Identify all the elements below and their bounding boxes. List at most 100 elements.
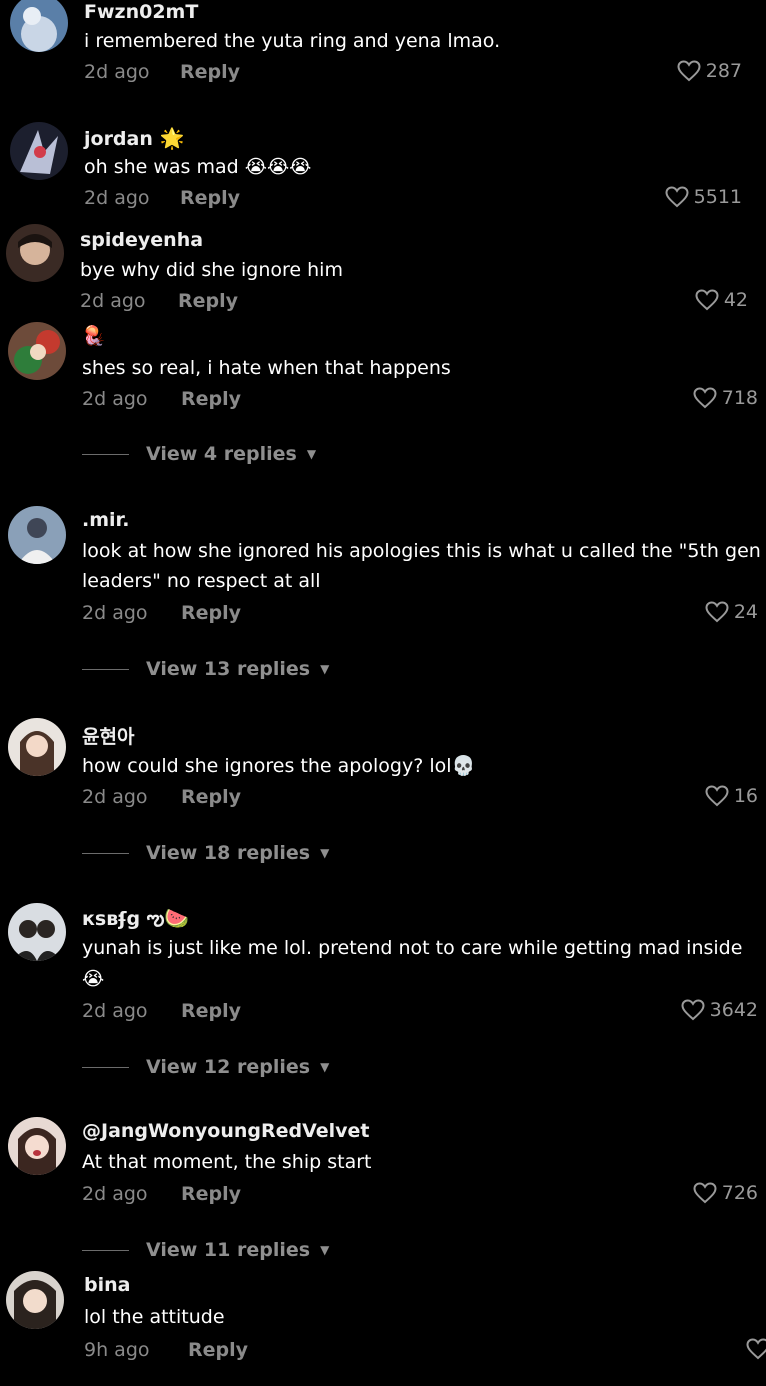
view-replies-button[interactable]: View 11 replies ▼ xyxy=(82,1239,329,1261)
avatar[interactable] xyxy=(8,1117,66,1175)
timestamp: 9h ago xyxy=(84,1339,150,1361)
comment-text: At that moment, the ship start xyxy=(82,1151,372,1173)
comment-item: 윤현아 how could she ignores the apology? l… xyxy=(0,712,766,882)
comment-item: spideyenha bye why did she ignore him 2d… xyxy=(0,220,766,320)
star-emoji: 🌟 xyxy=(159,126,185,150)
timestamp: 2d ago xyxy=(80,290,146,312)
comment-item: Fwzn02mT i remembered the yuta ring and … xyxy=(0,0,766,110)
timestamp: 2d ago xyxy=(84,187,150,209)
comment-text: shes so real, i hate when that happens xyxy=(82,357,451,379)
reply-button[interactable]: Reply xyxy=(188,1339,248,1361)
avatar[interactable] xyxy=(8,903,66,961)
heart-icon xyxy=(695,289,719,311)
reply-button[interactable]: Reply xyxy=(178,290,238,312)
chevron-down-icon: ▼ xyxy=(320,846,330,860)
username[interactable]: .mir. xyxy=(82,509,129,531)
view-replies-button[interactable]: View 12 replies ▼ xyxy=(82,1056,329,1078)
username[interactable]: кsвʄg ఌ🍉 xyxy=(82,906,189,935)
like-button[interactable] xyxy=(746,1338,766,1360)
username[interactable]: spideyenha xyxy=(80,229,203,251)
heart-icon xyxy=(681,999,705,1021)
avatar[interactable] xyxy=(10,0,68,52)
comment-item: @JangWonyoungRedVelvet At that moment, t… xyxy=(0,1112,766,1272)
like-count: 5511 xyxy=(693,186,742,208)
like-button[interactable]: 42 xyxy=(695,289,748,311)
divider xyxy=(82,852,129,854)
like-button[interactable]: 24 xyxy=(705,601,758,623)
avatar[interactable] xyxy=(6,1271,64,1329)
view-replies-label: View 11 replies xyxy=(146,1239,311,1261)
like-button[interactable]: 5511 xyxy=(665,186,742,208)
comment-item: 🪼 shes so real, i hate when that happens… xyxy=(0,320,766,490)
like-button[interactable]: 16 xyxy=(705,785,758,807)
like-button[interactable]: 718 xyxy=(693,387,758,409)
chevron-down-icon: ▼ xyxy=(306,447,317,461)
like-count: 24 xyxy=(733,601,758,623)
timestamp: 2d ago xyxy=(82,1000,148,1022)
reply-button[interactable]: Reply xyxy=(181,602,241,624)
like-count: 718 xyxy=(721,387,758,409)
reply-button[interactable]: Reply xyxy=(181,1000,241,1022)
reply-button[interactable]: Reply xyxy=(180,187,240,209)
timestamp: 2d ago xyxy=(82,786,148,808)
username[interactable]: 윤현아 xyxy=(82,722,134,749)
view-replies-button[interactable]: View 4 replies ▼ xyxy=(82,443,316,465)
like-button[interactable]: 726 xyxy=(693,1182,758,1204)
heart-icon xyxy=(693,387,717,409)
username[interactable]: @JangWonyoungRedVelvet xyxy=(82,1120,370,1142)
avatar[interactable] xyxy=(8,718,66,776)
like-count: 16 xyxy=(733,785,758,807)
heart-icon xyxy=(705,785,729,807)
heart-icon xyxy=(665,186,689,208)
heart-icon xyxy=(693,1182,717,1204)
avatar[interactable] xyxy=(6,224,64,282)
username-text: кsвʄg xyxy=(82,908,147,930)
comment-text: bye why did she ignore him xyxy=(80,259,343,281)
divider xyxy=(82,1066,129,1068)
username[interactable]: jordan 🌟 xyxy=(84,126,184,150)
comment-text-line2: leaders" no respect at all xyxy=(82,570,321,592)
username[interactable]: Fwzn02mT xyxy=(84,1,198,23)
comment-text-line1: look at how she ignored his apologies th… xyxy=(82,540,761,562)
reply-button[interactable]: Reply xyxy=(181,786,241,808)
like-count: 42 xyxy=(723,289,748,311)
comment-text: i remembered the yuta ring and yena lmao… xyxy=(84,30,501,52)
avatar[interactable] xyxy=(8,322,66,380)
reply-button[interactable]: Reply xyxy=(181,388,241,410)
chevron-down-icon: ▼ xyxy=(320,662,330,676)
reply-button[interactable]: Reply xyxy=(181,1183,241,1205)
comment-text: oh she was mad 😭😭😭 xyxy=(84,156,312,178)
comment-text-line2: 😭 xyxy=(82,968,105,990)
comment-item: кsвʄg ఌ🍉 yunah is just like me lol. pret… xyxy=(0,896,766,1096)
comment-item: .mir. look at how she ignored his apolog… xyxy=(0,500,766,690)
timestamp: 2d ago xyxy=(82,1183,148,1205)
divider xyxy=(82,668,129,670)
view-replies-label: View 12 replies xyxy=(146,1056,311,1078)
heart-icon xyxy=(746,1338,766,1360)
username[interactable]: 🪼 xyxy=(82,324,106,347)
chevron-down-icon: ▼ xyxy=(320,1243,330,1257)
comment-text: how could she ignores the apology? lol💀 xyxy=(82,755,476,777)
heart-icon xyxy=(705,601,729,623)
like-count: 287 xyxy=(705,60,742,82)
view-replies-label: View 13 replies xyxy=(146,658,311,680)
reply-button[interactable]: Reply xyxy=(180,61,240,83)
comment-text-line1: yunah is just like me lol. pretend not t… xyxy=(82,937,743,959)
timestamp: 2d ago xyxy=(82,602,148,624)
view-replies-button[interactable]: View 13 replies ▼ xyxy=(82,658,329,680)
view-replies-label: View 18 replies xyxy=(146,842,311,864)
avatar[interactable] xyxy=(8,506,66,564)
like-button[interactable]: 3642 xyxy=(681,999,758,1021)
avatar[interactable] xyxy=(10,122,68,180)
divider xyxy=(82,1249,129,1251)
username[interactable]: bina xyxy=(84,1274,130,1296)
chevron-down-icon: ▼ xyxy=(320,1060,330,1074)
comment-item: jordan 🌟 oh she was mad 😭😭😭 2d ago Reply… xyxy=(0,110,766,220)
view-replies-label: View 4 replies xyxy=(146,443,297,465)
heart-icon xyxy=(677,60,701,82)
like-button[interactable]: 287 xyxy=(677,60,742,82)
view-replies-button[interactable]: View 18 replies ▼ xyxy=(82,842,329,864)
like-count: 726 xyxy=(721,1182,758,1204)
username-emoji: ఌ🍉 xyxy=(146,906,190,930)
like-count: 3642 xyxy=(709,999,758,1021)
